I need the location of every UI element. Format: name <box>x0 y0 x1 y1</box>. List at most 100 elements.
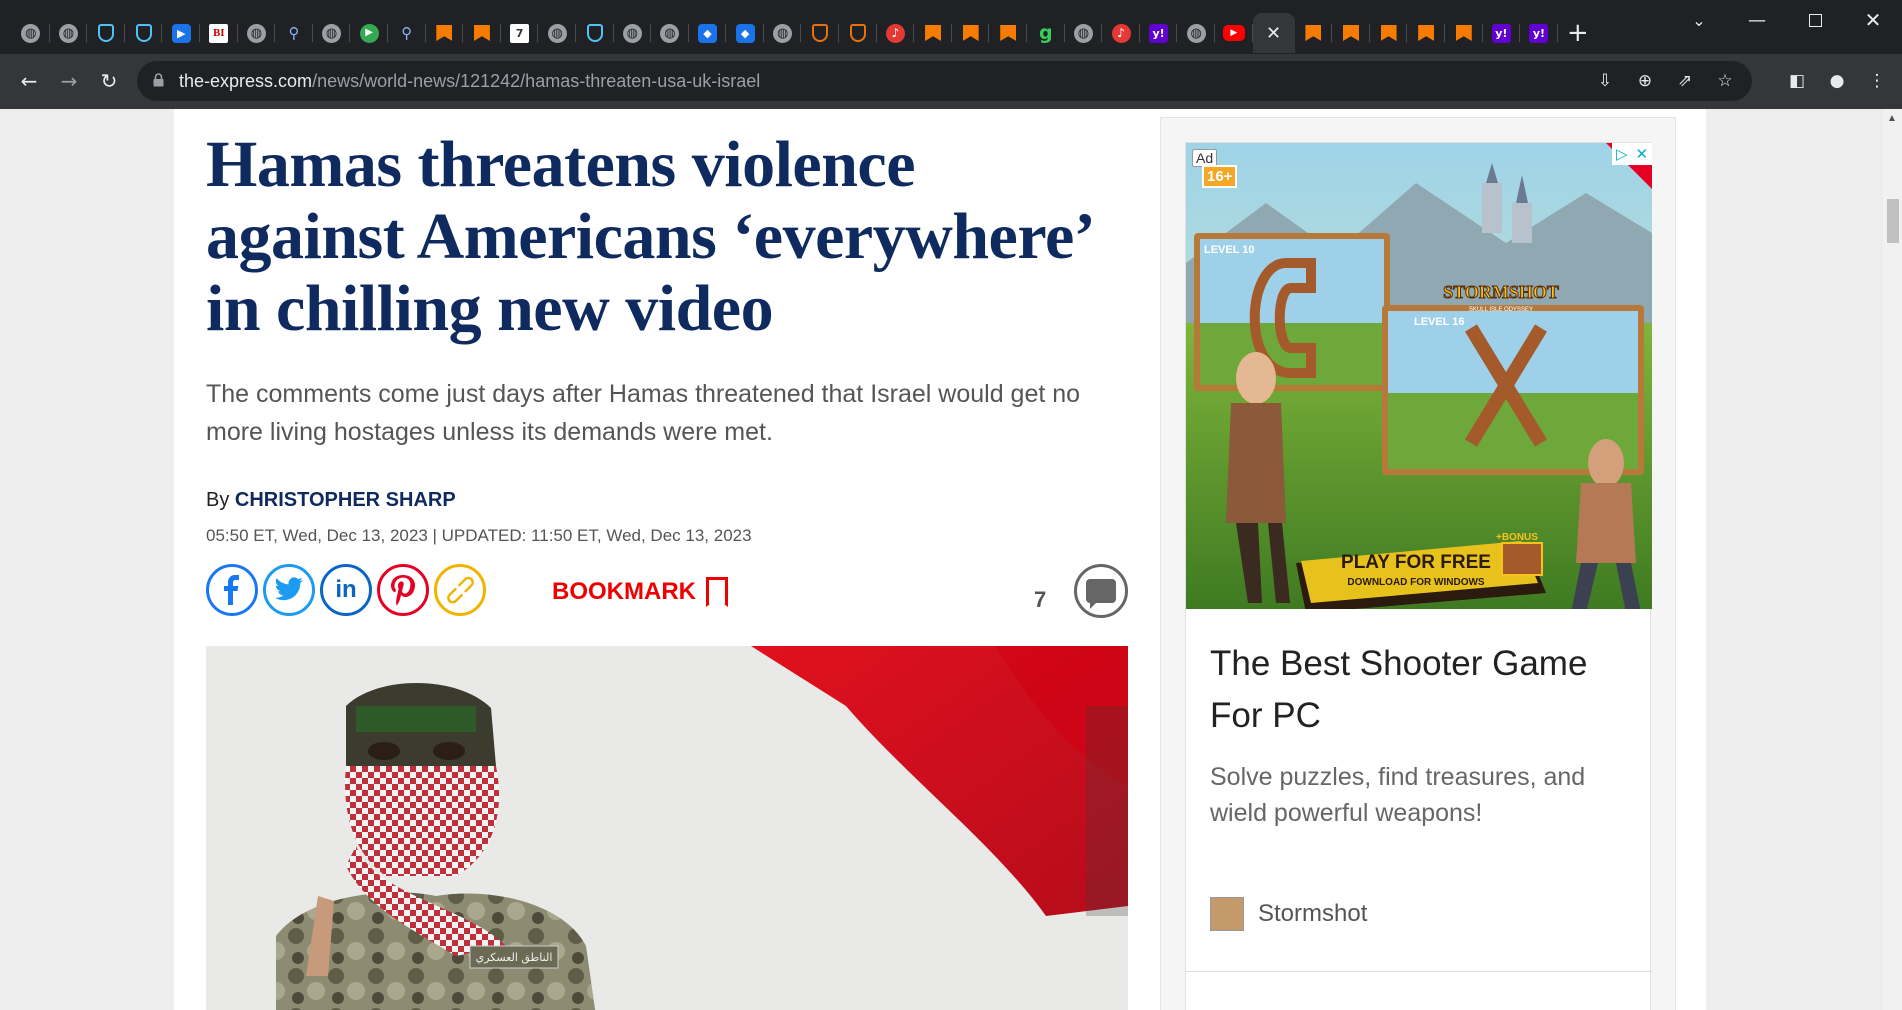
browser-tab[interactable]: ◍ <box>12 13 50 53</box>
lock-icon[interactable] <box>153 73 164 87</box>
copy-link-button[interactable]: ⊂⊃ <box>434 564 486 616</box>
browser-tab[interactable] <box>87 13 125 53</box>
browser-tab[interactable] <box>839 13 877 53</box>
browser-tab[interactable] <box>576 13 614 53</box>
page-scrollbar[interactable]: ▲ <box>1883 109 1902 1010</box>
scroll-thumb[interactable] <box>1887 199 1899 243</box>
globe-favicon-icon: ◍ <box>322 23 342 43</box>
browser-tab[interactable] <box>952 13 990 53</box>
profile-icon[interactable]: ● <box>1824 69 1850 93</box>
facebook-icon <box>224 575 239 605</box>
browser-tab[interactable]: ♪ <box>877 13 915 53</box>
browser-tab[interactable]: ◍ <box>1177 13 1215 53</box>
browser-tab[interactable]: y! <box>1140 13 1178 53</box>
facebook-share-button[interactable] <box>206 564 258 616</box>
maximize-button[interactable] <box>1786 0 1844 40</box>
browser-tab[interactable]: y! <box>1520 13 1558 53</box>
browser-tab[interactable] <box>1295 13 1333 53</box>
ad-close-icon[interactable]: ✕ <box>1635 145 1648 163</box>
browser-tab[interactable]: ◍ <box>614 13 652 53</box>
scroll-up-arrow-icon[interactable]: ▲ <box>1887 113 1897 124</box>
ad-cta-main: PLAY FOR FREE <box>1341 552 1491 573</box>
bi-favicon-icon: BI <box>209 23 229 43</box>
podcast-favicon-icon: ♪ <box>1111 23 1131 43</box>
byline: By CHRISTOPHER SHARP <box>206 489 456 512</box>
author-link[interactable]: CHRISTOPHER SHARP <box>235 489 456 511</box>
browser-tab[interactable]: ◍ <box>50 13 88 53</box>
browser-tab[interactable]: ⚲ <box>388 13 426 53</box>
zoom-icon[interactable]: ⊕ <box>1632 69 1658 93</box>
browser-tab[interactable] <box>1370 13 1408 53</box>
browser-tab[interactable]: ◍ <box>313 13 351 53</box>
browser-tab[interactable]: ◍ <box>651 13 689 53</box>
reload-button[interactable]: ↻ <box>92 64 126 98</box>
browser-tab[interactable]: ◆ <box>689 13 727 53</box>
browser-tab[interactable]: ▶ <box>1215 13 1253 53</box>
minimize-button[interactable]: — <box>1728 0 1786 40</box>
browser-tab[interactable] <box>801 13 839 53</box>
new-tab-button[interactable]: + <box>1558 18 1598 48</box>
ad-description[interactable]: Solve puzzles, find treasures, and wield… <box>1210 759 1630 831</box>
forward-button[interactable]: → <box>52 64 86 98</box>
linkedin-share-button[interactable]: in <box>320 564 372 616</box>
install-app-icon[interactable]: ⇩ <box>1592 69 1618 93</box>
comments-button[interactable] <box>1074 564 1128 618</box>
sponsored-ad[interactable]: LEVEL 10 LEVEL 16 STORMSHOT SKULL ISLE O… <box>1185 142 1652 1010</box>
menu-kebab-icon[interactable]: ⋮ <box>1864 69 1890 93</box>
ad-game-logo: STORMSHOT <box>1443 282 1559 302</box>
browser-tab[interactable] <box>1332 13 1370 53</box>
ad-level-left: LEVEL 10 <box>1204 244 1255 256</box>
browser-tab[interactable]: y! <box>1483 13 1521 53</box>
browser-tab[interactable] <box>914 13 952 53</box>
share-icon[interactable]: ⇗ <box>1672 69 1698 93</box>
browser-tab[interactable]: ◍ <box>238 13 276 53</box>
globe-favicon-icon: ◍ <box>773 23 793 43</box>
twitter-share-button[interactable] <box>263 564 315 616</box>
browser-tab[interactable]: ▶ <box>162 13 200 53</box>
globe-favicon-icon: ◍ <box>547 23 567 43</box>
address-bar[interactable]: the-express.com/news/world-news/121242/h… <box>137 61 1752 101</box>
browser-tab[interactable]: ◍ <box>764 13 802 53</box>
browser-tab[interactable]: ◆ <box>726 13 764 53</box>
browser-tab[interactable] <box>125 13 163 53</box>
browser-tab[interactable] <box>463 13 501 53</box>
url-text[interactable]: the-express.com/news/world-news/121242/h… <box>179 71 760 92</box>
close-window-button[interactable]: ✕ <box>1844 0 1902 40</box>
browser-tab[interactable]: 7 <box>501 13 539 53</box>
bookmark-favicon-icon <box>925 24 942 42</box>
bookmark-favicon-icon <box>473 24 490 42</box>
tab-close-icon[interactable]: ✕ <box>1266 24 1281 42</box>
ad-brand[interactable]: Stormshot <box>1210 897 1367 931</box>
back-button[interactable]: ← <box>12 64 46 98</box>
bookmark-button[interactable]: BOOKMARK <box>552 577 728 607</box>
pinterest-icon <box>391 575 415 606</box>
browser-tab[interactable] <box>426 13 464 53</box>
ad-title[interactable]: The Best Shooter Game For PC <box>1210 638 1630 742</box>
browser-tab[interactable]: BI <box>200 13 238 53</box>
adchoices[interactable]: ▷ ✕ <box>1612 143 1652 165</box>
ad-cta-bonus: +BONUS <box>1496 532 1538 543</box>
article-hero-image[interactable]: الناطق العسكري <box>206 646 1128 1010</box>
ad-image[interactable]: LEVEL 10 LEVEL 16 STORMSHOT SKULL ISLE O… <box>1186 143 1652 609</box>
doc-favicon-icon: 7 <box>510 23 530 43</box>
yahoo-favicon-icon: y! <box>1149 23 1169 43</box>
pinterest-share-button[interactable] <box>377 564 429 616</box>
browser-tab[interactable] <box>1445 13 1483 53</box>
browser-tab[interactable]: ♪ <box>1102 13 1140 53</box>
browser-tab[interactable] <box>1407 13 1445 53</box>
browser-tab[interactable]: ▶ <box>350 13 388 53</box>
url-host: the-express.com <box>179 71 313 91</box>
sidebar: LEVEL 10 LEVEL 16 STORMSHOT SKULL ISLE O… <box>1160 117 1676 1010</box>
browser-tab[interactable]: ◍ <box>1065 13 1103 53</box>
browser-tab[interactable] <box>989 13 1027 53</box>
comment-count[interactable]: 7 <box>1034 587 1046 613</box>
browser-tab[interactable]: ◍ <box>538 13 576 53</box>
adchoices-icon[interactable]: ▷ <box>1616 145 1628 163</box>
tab-search-chevron-icon[interactable]: ⌄ <box>1670 0 1728 40</box>
browser-tab[interactable]: ⚲ <box>275 13 313 53</box>
bookmark-star-icon[interactable]: ☆ <box>1712 69 1738 93</box>
browser-tab[interactable]: g <box>1027 13 1065 53</box>
active-tab[interactable]: ✕ <box>1252 13 1295 53</box>
age-rating-badge: 16+ <box>1202 165 1238 188</box>
side-panel-icon[interactable]: ◧ <box>1784 69 1810 93</box>
